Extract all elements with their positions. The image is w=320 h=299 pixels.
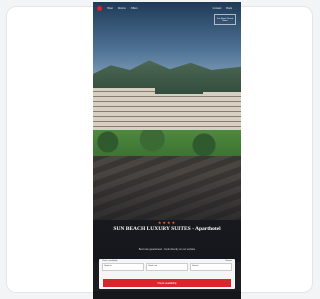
star-rating: ★★★★ xyxy=(157,220,177,225)
nav-link-book[interactable]: Book xyxy=(226,7,232,10)
footer-strip xyxy=(93,291,241,299)
website-screenshot: Hotel Rooms Offers Contact Book Sun Beac… xyxy=(93,2,241,299)
booking-header-title: Check availability xyxy=(102,260,118,262)
nav-link-hotel[interactable]: Hotel xyxy=(107,7,113,10)
check-availability-button[interactable]: Check availability xyxy=(103,279,231,287)
guests-field[interactable]: Guests xyxy=(190,263,232,271)
nav-link-rooms[interactable]: Rooms xyxy=(118,7,126,10)
brand-badge: Sun Beach Resort Suites xyxy=(214,14,236,25)
top-nav: Hotel Rooms Offers Contact Book xyxy=(93,2,241,14)
booking-fields: Check in Check out Guests xyxy=(99,263,235,271)
booking-header-rooms[interactable]: Rooms xyxy=(226,260,232,262)
nav-link-offers[interactable]: Offers xyxy=(131,7,138,10)
logo-icon[interactable] xyxy=(97,5,102,11)
nav-link-contact[interactable]: Contact xyxy=(213,7,222,10)
booking-widget: Check availability Rooms Check in Check … xyxy=(99,259,235,289)
hero-subtitle: Best rate guaranteed - book directly on … xyxy=(138,248,196,251)
hero-title: SUN BEACH LUXURY SUITES - Aparthotel xyxy=(113,226,221,232)
hotel-building xyxy=(93,88,155,136)
check-in-field[interactable]: Check in xyxy=(102,263,144,271)
check-out-field[interactable]: Check out xyxy=(146,263,188,271)
